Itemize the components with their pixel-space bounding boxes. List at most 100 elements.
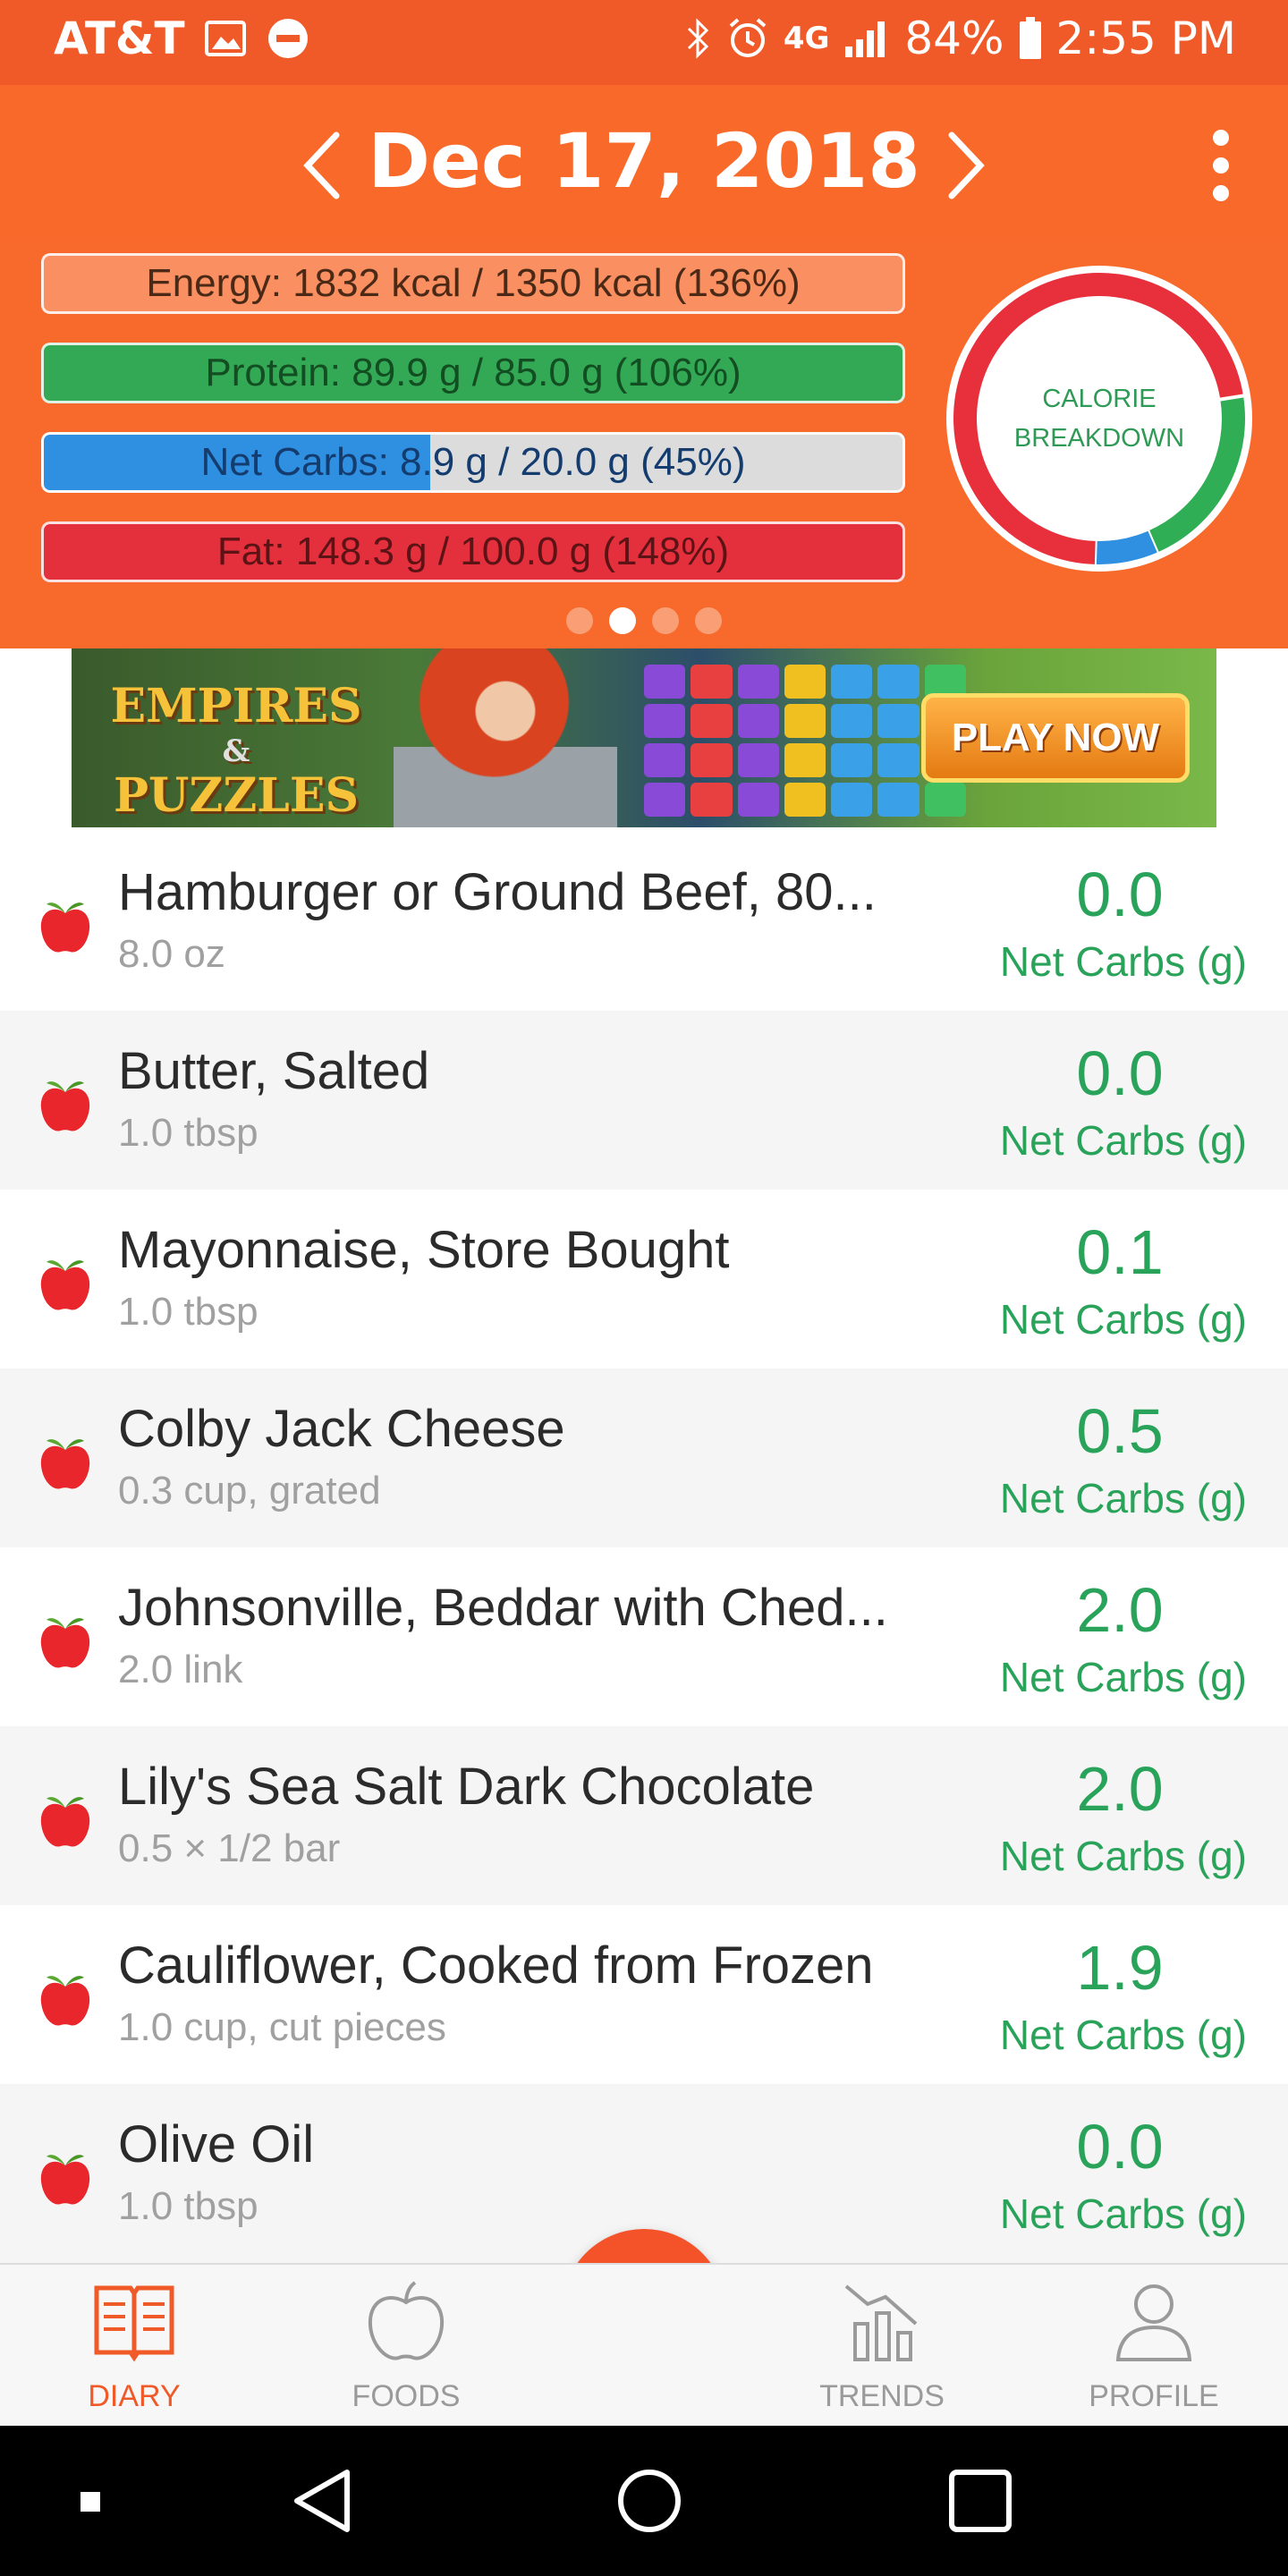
do-not-disturb-icon (266, 16, 310, 61)
diary-date[interactable]: Dec 17, 2018 (0, 117, 1288, 205)
ad-gem (877, 665, 919, 699)
protein-bar: Protein: 89.9 g / 85.0 g (106%) (41, 343, 905, 403)
net-carbs-unit: Net Carbs (g) (999, 1833, 1247, 1879)
ad-logo-line2: PUZZLES (113, 768, 360, 823)
home-circle-icon (618, 2470, 681, 2532)
food-quantity: 0.5 × 1/2 bar (118, 1826, 341, 1870)
status-bar: AT&T 4G 84% 2:55 PM (0, 0, 1288, 85)
ad-gem (924, 783, 966, 817)
ad-gem (737, 783, 779, 817)
food-quantity: 2.0 link (118, 1648, 243, 1691)
ad-logo: EMPIRES & PUZZLES (93, 683, 379, 823)
ad-gem (737, 704, 779, 738)
clock: 2:55 PM (1055, 13, 1236, 64)
net-carbs-value: 2.0 (1076, 1575, 1164, 1645)
nav-diary[interactable]: DIARY (45, 2265, 224, 2428)
net-carbs-label: Net Carbs: 8.9 g / 20.0 g (45%) (200, 440, 746, 484)
food-name: Olive Oil (118, 2115, 315, 2174)
recent-apps-dot-button[interactable] (55, 2456, 145, 2546)
apple-icon (368, 2281, 445, 2360)
food-row[interactable]: Hamburger or Ground Beef, 80... 8.0 oz 0.0… (0, 832, 1288, 1011)
net-carbs-unit: Net Carbs (g) (999, 1654, 1247, 1700)
ad-gem (737, 665, 779, 699)
net-carbs-unit: Net Carbs (g) (999, 2190, 1247, 2237)
food-list: Hamburger or Ground Beef, 80... 8.0 oz 0.0… (0, 832, 1288, 2263)
apple-icon (38, 1071, 93, 1133)
food-name: Johnsonville, Beddar with Ched... (118, 1579, 888, 1637)
food-quantity: 1.0 tbsp (118, 1290, 258, 1334)
food-row[interactable]: Mayonnaise, Store Bought 1.0 tbsp 0.1 Net C… (0, 1190, 1288, 1368)
ad-banner[interactable]: EMPIRES & PUZZLES PLAY NOW (72, 648, 1216, 827)
net-carbs-unit: Net Carbs (g) (999, 1117, 1247, 1164)
food-row[interactable]: Butter, Salted 1.0 tbsp 0.0 Net Carbs (g) (0, 1011, 1288, 1190)
food-quantity: 8.0 oz (118, 932, 225, 976)
ad-gem (737, 743, 779, 777)
net-carbs-value: 0.0 (1076, 2112, 1164, 2182)
net-carbs-bar: Net Carbs: 8.9 g / 20.0 g (45%) (41, 432, 905, 493)
overflow-menu-button[interactable] (1203, 125, 1239, 206)
food-row[interactable]: Lily's Sea Salt Dark Chocolate 0.5 × 1/2 … (0, 1726, 1288, 1905)
battery-percent: 84% (904, 13, 1004, 64)
food-quantity: 1.0 tbsp (118, 1111, 258, 1155)
food-name: Hamburger or Ground Beef, 80... (118, 863, 877, 921)
page-dot[interactable] (566, 607, 593, 634)
ad-gem (644, 743, 686, 777)
back-button[interactable] (277, 2456, 367, 2546)
net-carbs-value: 0.0 (1076, 1038, 1164, 1108)
nav-profile[interactable]: PROFILE (1064, 2265, 1243, 2428)
ad-gem (831, 665, 873, 699)
bottom-navigation: DIARY FOODS TRENDS PROFILE (0, 2263, 1288, 2428)
net-carbs-value: 1.9 (1076, 1933, 1164, 2003)
battery-icon (1019, 17, 1042, 60)
alarm-icon (726, 17, 769, 60)
net-carbs-unit: Net Carbs (g) (999, 2012, 1247, 2058)
net-carbs-unit: Net Carbs (g) (999, 1296, 1247, 1343)
ad-gem (831, 743, 873, 777)
net-carbs-value: 2.0 (1076, 1754, 1164, 1824)
ad-gem (877, 704, 919, 738)
net-carbs-value: 0.5 (1076, 1396, 1164, 1466)
ad-gem (691, 704, 733, 738)
page-dot[interactable] (695, 607, 722, 634)
food-row[interactable]: Johnsonville, Beddar with Ched... 2.0 lin… (0, 1547, 1288, 1726)
nav-foods[interactable]: FOODS (317, 2265, 496, 2428)
user-icon (1115, 2284, 1192, 2361)
apple-icon (38, 1786, 93, 1849)
page-dot[interactable] (609, 607, 636, 634)
system-navigation-bar (0, 2426, 1288, 2576)
calorie-breakdown-line1: CALORIE (1042, 385, 1157, 413)
ad-play-now-button[interactable]: PLAY NOW (921, 693, 1190, 783)
chevron-right-icon (948, 131, 985, 199)
ad-gem (784, 743, 826, 777)
energy-label: Energy: 1832 kcal / 1350 kcal (136%) (146, 261, 801, 305)
home-button[interactable] (605, 2456, 694, 2546)
ad-gem (831, 704, 873, 738)
ad-gem (691, 665, 733, 699)
dot-icon (80, 2492, 100, 2512)
more-vert-icon (1213, 130, 1229, 201)
signal-icon (843, 18, 890, 59)
food-row[interactable]: Colby Jack Cheese 0.3 cup, grated 0.5 Net C… (0, 1368, 1288, 1547)
food-name: Colby Jack Cheese (118, 1400, 565, 1458)
page-indicator (0, 607, 1288, 634)
food-name: Mayonnaise, Store Bought (118, 1221, 730, 1279)
food-row[interactable]: Cauliflower, Cooked from Frozen 1.0 cup, … (0, 1905, 1288, 2084)
fat-label: Fat: 148.3 g / 100.0 g (148%) (216, 530, 730, 573)
network-type-label: 4G (783, 21, 830, 56)
back-triangle-icon (294, 2470, 350, 2532)
net-carbs-unit: Net Carbs (g) (999, 1475, 1247, 1521)
protein-label: Protein: 89.9 g / 85.0 g (106%) (205, 351, 741, 394)
nav-trends[interactable]: TRENDS (792, 2265, 971, 2428)
page-dot[interactable] (652, 607, 679, 634)
book-icon (94, 2285, 174, 2362)
apple-icon (38, 1250, 93, 1312)
food-name: Butter, Salted (118, 1042, 430, 1100)
overview-button[interactable] (936, 2456, 1025, 2546)
energy-bar: Energy: 1832 kcal / 1350 kcal (136%) (41, 253, 905, 314)
ad-gem (784, 704, 826, 738)
macro-summary-panel[interactable]: Energy: 1832 kcal / 1350 kcal (136%) Pro… (0, 237, 1288, 648)
next-day-button[interactable] (939, 130, 993, 201)
ad-gem (644, 665, 686, 699)
apple-icon (38, 1607, 93, 1670)
apple-icon (38, 1965, 93, 2028)
